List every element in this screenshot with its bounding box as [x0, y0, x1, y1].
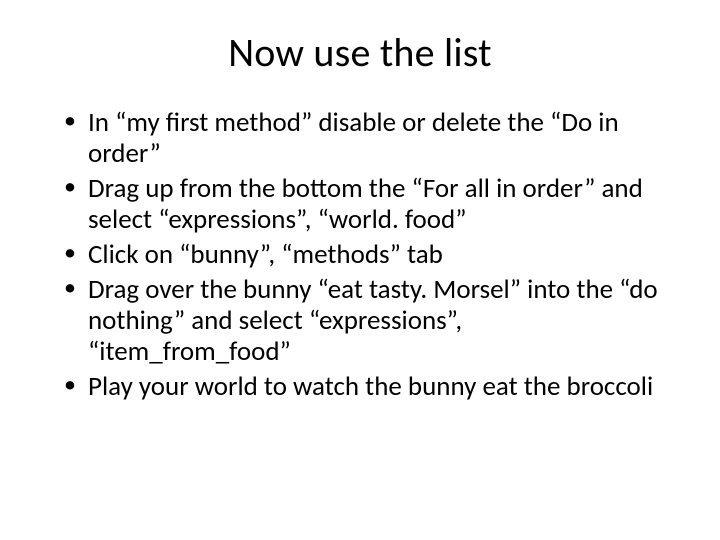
- list-item: Drag over the bunny “eat tasty. Morsel” …: [60, 274, 670, 367]
- list-item: In “my first method” disable or delete t…: [60, 107, 670, 169]
- list-item: Click on “bunny”, “methods” tab: [60, 239, 670, 270]
- slide: Now use the list In “my first method” di…: [0, 0, 720, 540]
- bullet-list: In “my first method” disable or delete t…: [60, 107, 670, 402]
- slide-title: Now use the list: [50, 28, 670, 77]
- list-item: Play your world to watch the bunny eat t…: [60, 371, 670, 402]
- list-item: Drag up from the bottom the “For all in …: [60, 173, 670, 235]
